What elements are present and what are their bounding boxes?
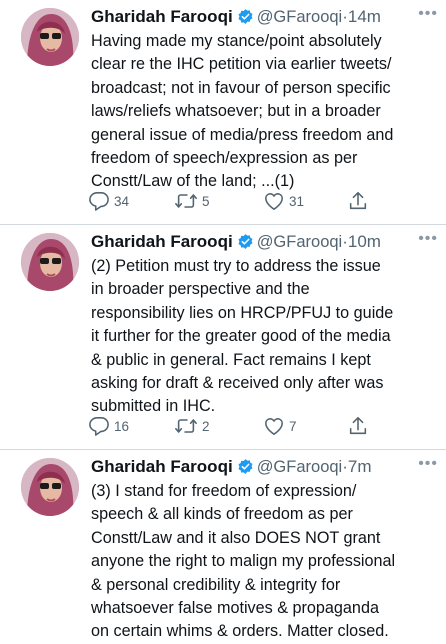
tweet-header: Gharidah Farooqi @GFarooqi·7m — [91, 456, 436, 478]
share-icon — [347, 415, 369, 437]
avatar[interactable] — [21, 233, 79, 291]
like-count: 31 — [289, 193, 305, 209]
tweet-actions: 34 5 31 — [88, 189, 388, 213]
share-button[interactable] — [347, 189, 369, 213]
author-name[interactable]: Gharidah Farooqi — [91, 7, 233, 26]
tweet-thread: Gharidah Farooqi @GFarooqi·14m ••• Having… — [0, 0, 446, 640]
like-button[interactable]: 31 — [263, 189, 304, 213]
retweet-button[interactable]: 5 — [174, 189, 210, 213]
author-name[interactable]: Gharidah Farooqi — [91, 232, 233, 251]
reply-icon — [88, 191, 110, 211]
reply-button[interactable]: 34 — [88, 189, 129, 213]
retweet-icon — [174, 192, 198, 210]
tweet[interactable]: Gharidah Farooqi @GFarooqi·7m ••• (3) I s… — [0, 450, 446, 640]
tweet-time[interactable]: 14m — [348, 7, 381, 26]
tweet-time[interactable]: 10m — [348, 232, 381, 251]
author-handle[interactable]: @GFarooqi — [257, 8, 343, 26]
like-count: 7 — [289, 418, 297, 434]
more-options-icon[interactable]: ••• — [418, 231, 438, 247]
retweet-count: 2 — [202, 418, 210, 434]
share-button[interactable] — [347, 414, 369, 438]
reply-button[interactable]: 16 — [88, 414, 129, 438]
share-icon — [347, 190, 369, 212]
verified-badge-icon — [237, 233, 254, 256]
verified-badge-icon — [237, 8, 254, 31]
tweet[interactable]: Gharidah Farooqi @GFarooqi·10m ••• (2) Pe… — [0, 225, 446, 449]
reply-count: 34 — [114, 193, 130, 209]
author-name[interactable]: Gharidah Farooqi — [91, 457, 233, 476]
tweet-text: (3) I stand for freedom of expression/ s… — [91, 482, 396, 641]
retweet-count: 5 — [202, 193, 210, 209]
like-icon — [263, 191, 285, 211]
tweet-text: Having made my stance/point absolutely c… — [91, 32, 394, 191]
like-icon — [263, 416, 285, 436]
avatar[interactable] — [21, 458, 79, 516]
retweet-button[interactable]: 2 — [174, 414, 210, 438]
tweet-time[interactable]: 7m — [348, 457, 372, 476]
verified-badge-icon — [237, 458, 254, 481]
avatar[interactable] — [21, 8, 79, 66]
reply-icon — [88, 416, 110, 436]
reply-count: 16 — [114, 418, 130, 434]
like-button[interactable]: 7 — [263, 414, 297, 438]
tweet-text: (2) Petition must try to address the iss… — [91, 257, 394, 416]
tweet[interactable]: Gharidah Farooqi @GFarooqi·14m ••• Having… — [0, 0, 446, 224]
tweet-header: Gharidah Farooqi @GFarooqi·10m — [91, 231, 436, 253]
retweet-icon — [174, 417, 198, 435]
tweet-header: Gharidah Farooqi @GFarooqi·14m — [91, 6, 436, 28]
more-options-icon[interactable]: ••• — [418, 6, 438, 22]
author-handle[interactable]: @GFarooqi — [257, 233, 343, 251]
tweet-actions: 16 2 7 — [88, 414, 388, 438]
author-handle[interactable]: @GFarooqi — [257, 458, 343, 476]
more-options-icon[interactable]: ••• — [418, 456, 438, 472]
